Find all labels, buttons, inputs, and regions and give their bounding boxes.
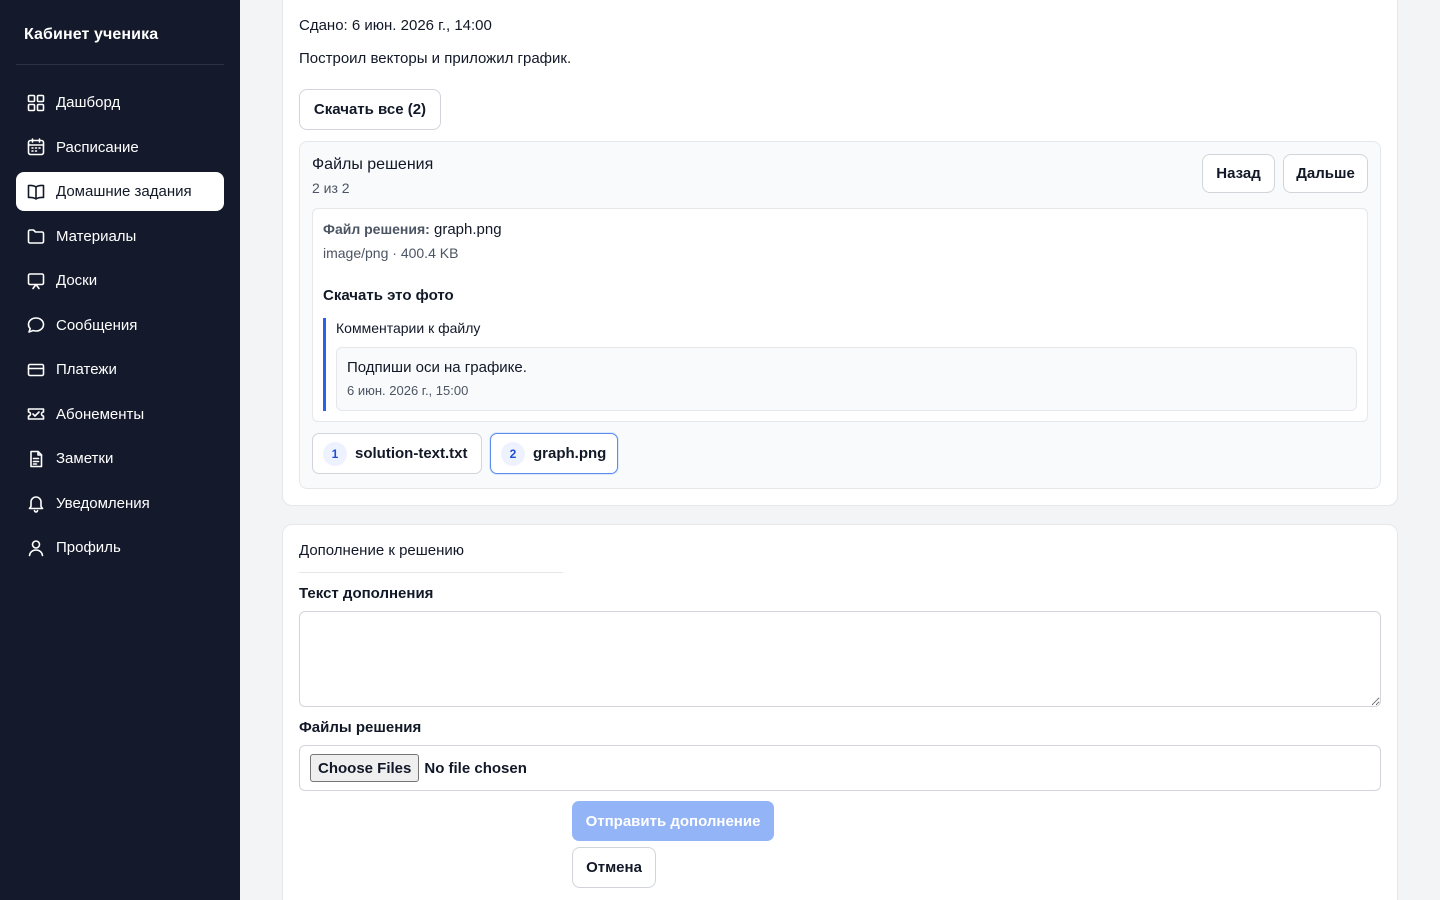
file-tab-name: graph.png xyxy=(533,445,607,462)
notes-icon xyxy=(26,449,46,469)
sidebar-item-subscriptions[interactable]: Абонементы xyxy=(16,395,224,434)
sidebar-item-payments[interactable]: Платежи xyxy=(16,350,224,389)
addendum-card xyxy=(282,524,1398,900)
sidebar-item-label: Домашние задания xyxy=(56,183,192,200)
ticket-icon xyxy=(26,404,46,424)
sidebar-item-profile[interactable]: Профиль xyxy=(16,528,224,567)
sidebar-item-notes[interactable]: Заметки xyxy=(16,439,224,478)
sidebar-item-notifications[interactable]: Уведомления xyxy=(16,484,224,523)
no-file-text: No file chosen xyxy=(424,759,527,777)
board-icon xyxy=(26,271,46,291)
download-photo-link[interactable]: Скачать это фото xyxy=(323,287,454,304)
file-input[interactable]: Choose Files No file chosen xyxy=(299,745,1381,791)
submit-addendum-button[interactable]: Отправить дополнение xyxy=(572,801,774,841)
next-button[interactable]: Дальше xyxy=(1283,154,1368,193)
choose-files-button[interactable]: Choose Files xyxy=(310,754,420,782)
addendum-textarea[interactable] xyxy=(299,611,1381,707)
bell-icon xyxy=(26,493,46,513)
user-icon xyxy=(26,538,46,558)
sidebar-item-label: Абонементы xyxy=(56,405,145,423)
prev-button[interactable]: Назад xyxy=(1202,154,1275,193)
sidebar-item-label: Платежи xyxy=(56,361,117,378)
addendum-files-label: Файлы решения xyxy=(299,719,422,736)
sidebar-item-label: Уведомления xyxy=(56,494,150,512)
file-meta: image/png · 400.4 KB xyxy=(323,245,459,261)
comment-item xyxy=(336,347,1357,411)
comments-accent-bar xyxy=(323,318,326,411)
sidebar-item-messages[interactable]: Сообщения xyxy=(16,306,224,345)
sidebar-item-label: Доски xyxy=(56,272,98,289)
calendar-icon xyxy=(26,137,46,157)
file-tab-2[interactable]: 2 graph.png xyxy=(490,433,618,474)
book-icon xyxy=(26,182,46,202)
file-tab-name: solution-text.txt xyxy=(355,445,468,462)
sidebar-item-label: Профиль xyxy=(56,539,121,556)
sidebar-item-label: Дашборд xyxy=(56,94,121,111)
comments-title: Комментарии к файлу xyxy=(336,320,481,336)
sidebar: Кабинет ученика Дашборд Расписание Домаш… xyxy=(0,0,240,900)
file-tab-number: 2 xyxy=(501,441,525,466)
sidebar-item-label: Расписание xyxy=(56,138,139,156)
sidebar-item-schedule[interactable]: Расписание xyxy=(16,128,224,167)
sidebar-item-materials[interactable]: Материалы xyxy=(16,217,224,256)
sidebar-item-homework[interactable]: Домашние задания xyxy=(16,172,224,211)
sidebar-item-dashboard[interactable]: Дашборд xyxy=(16,83,224,122)
solution-text: Построил векторы и приложил график. xyxy=(299,50,572,67)
file-tab-1[interactable]: 1 solution-text.txt xyxy=(312,433,482,474)
addendum-divider xyxy=(299,572,563,573)
comment-date: 6 июн. 2026 г., 15:00 xyxy=(347,383,469,398)
file-info: Файл решения: graph.png xyxy=(323,221,502,238)
download-all-button[interactable]: Скачать все (2) xyxy=(299,89,441,130)
chat-icon xyxy=(26,315,46,335)
folder-icon xyxy=(26,226,46,246)
sidebar-item-boards[interactable]: Доски xyxy=(16,261,224,300)
file-name: graph.png xyxy=(433,221,502,238)
sidebar-item-label: Сообщения xyxy=(56,316,138,334)
sidebar-divider xyxy=(16,64,224,65)
files-counter: 2 из 2 xyxy=(312,180,350,196)
sidebar-item-label: Заметки xyxy=(56,450,114,467)
comment-text: Подпиши оси на графике. xyxy=(347,359,527,376)
file-tab-number: 1 xyxy=(323,441,347,466)
submitted-date: Сдано: 6 июн. 2026 г., 14:00 xyxy=(299,17,492,34)
brand-title: Кабинет ученика xyxy=(24,26,159,43)
files-title: Файлы решения xyxy=(312,156,434,173)
dashboard-icon xyxy=(26,93,46,113)
addendum-text-label: Текст дополнения xyxy=(299,585,434,602)
cancel-button[interactable]: Отмена xyxy=(572,847,656,888)
file-label: Файл решения: xyxy=(323,221,430,237)
card-icon xyxy=(26,360,46,380)
sidebar-nav: Дашборд Расписание Домашние задания Мате… xyxy=(16,83,224,573)
addendum-title: Дополнение к решению xyxy=(299,542,465,559)
sidebar-item-label: Материалы xyxy=(56,227,137,245)
